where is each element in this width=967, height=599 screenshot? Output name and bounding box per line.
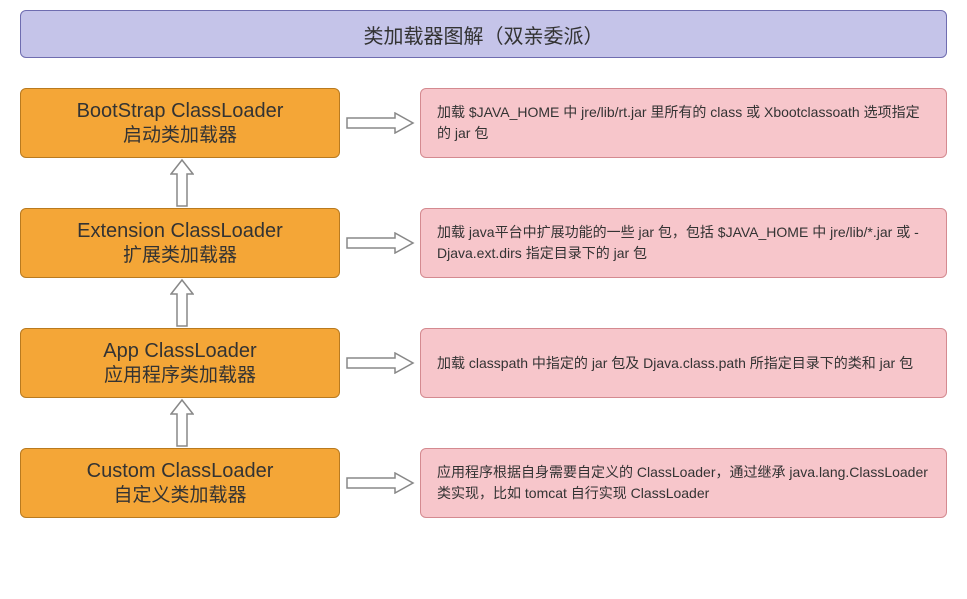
loader-subtitle: 自定义类加载器 bbox=[113, 484, 246, 509]
loader-row-extension: Extension ClassLoader 扩展类加载器 加载 java平台中扩… bbox=[20, 208, 947, 278]
loader-title: Custom ClassLoader bbox=[87, 458, 274, 484]
arrow-right-icon bbox=[340, 208, 420, 278]
loader-title: BootStrap ClassLoader bbox=[77, 98, 284, 124]
loader-row-custom: Custom ClassLoader 自定义类加载器 应用程序根据自身需要自定义… bbox=[20, 448, 947, 518]
bootstrap-classloader-box: BootStrap ClassLoader 启动类加载器 bbox=[20, 88, 340, 158]
loader-row-app: App ClassLoader 应用程序类加载器 加载 classpath 中指… bbox=[20, 328, 947, 398]
loader-subtitle: 应用程序类加载器 bbox=[104, 364, 256, 389]
loader-title: App ClassLoader bbox=[103, 338, 256, 364]
app-description: 加载 classpath 中指定的 jar 包及 Djava.class.pat… bbox=[420, 328, 947, 398]
extension-description: 加载 java平台中扩展功能的一些 jar 包，包括 $JAVA_HOME 中 … bbox=[420, 208, 947, 278]
bootstrap-description: 加载 $JAVA_HOME 中 jre/lib/rt.jar 里所有的 clas… bbox=[420, 88, 947, 158]
diagram-title: 类加载器图解（双亲委派） bbox=[20, 10, 947, 58]
custom-classloader-box: Custom ClassLoader 自定义类加载器 bbox=[20, 448, 340, 518]
arrow-up-icon bbox=[170, 278, 194, 328]
arrow-up-icon bbox=[170, 398, 194, 448]
arrow-right-icon bbox=[340, 328, 420, 398]
custom-description: 应用程序根据自身需要自定义的 ClassLoader，通过继承 java.lan… bbox=[420, 448, 947, 518]
arrow-right-icon bbox=[340, 448, 420, 518]
arrow-up-icon bbox=[170, 158, 194, 208]
extension-classloader-box: Extension ClassLoader 扩展类加载器 bbox=[20, 208, 340, 278]
loader-subtitle: 扩展类加载器 bbox=[123, 244, 237, 269]
app-classloader-box: App ClassLoader 应用程序类加载器 bbox=[20, 328, 340, 398]
arrow-right-icon bbox=[340, 88, 420, 158]
loader-row-bootstrap: BootStrap ClassLoader 启动类加载器 加载 $JAVA_HO… bbox=[20, 88, 947, 158]
loader-subtitle: 启动类加载器 bbox=[123, 124, 237, 149]
loader-title: Extension ClassLoader bbox=[77, 218, 283, 244]
